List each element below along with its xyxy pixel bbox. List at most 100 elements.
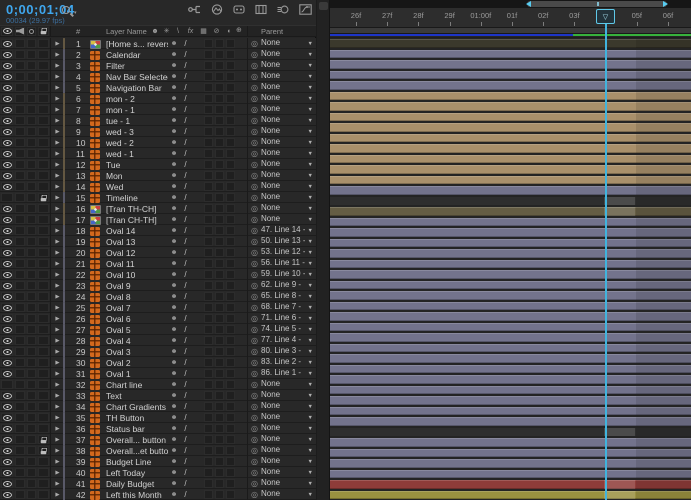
solo-toggle[interactable] [27, 204, 36, 213]
parent-dropdown-arrow-icon[interactable]: ▼ [308, 195, 313, 201]
motion-blur-switch-header-icon[interactable]: ⊘ [211, 27, 222, 36]
audio-toggle[interactable] [15, 369, 25, 378]
video-toggle[interactable] [1, 182, 13, 191]
audio-toggle[interactable] [15, 127, 25, 136]
quality-toggle[interactable]: / [180, 61, 191, 70]
solo-toggle[interactable] [27, 270, 36, 279]
quality-toggle[interactable]: / [180, 83, 191, 92]
frame-blend-toggle[interactable] [204, 358, 213, 367]
adjustment-toggle[interactable] [226, 50, 235, 59]
frame-blend-switch-header-icon[interactable]: ▦ [198, 27, 209, 36]
quality-toggle[interactable]: / [180, 237, 191, 246]
lock-toggle[interactable] [38, 171, 49, 180]
parent-value[interactable]: 59. Line 10 - [261, 269, 305, 278]
parent-dropdown[interactable]: None ▼ [261, 379, 316, 390]
quality-toggle[interactable]: / [180, 457, 191, 466]
parent-value[interactable]: 83. Line 2 - [261, 357, 301, 366]
solo-toggle[interactable] [27, 50, 36, 59]
shy-toggle-icon[interactable]: ☻ [168, 205, 180, 212]
solo-toggle[interactable] [27, 160, 36, 169]
lock-toggle[interactable] [38, 479, 49, 488]
parent-dropdown-arrow-icon[interactable]: ▼ [308, 261, 313, 267]
parent-pickwhip-icon[interactable]: ◎ [248, 314, 261, 323]
parent-value[interactable]: None [261, 93, 280, 102]
layer-duration-bar[interactable] [330, 239, 691, 248]
label-swatch[interactable] [63, 280, 65, 292]
shy-toggle-icon[interactable]: ☻ [168, 238, 180, 245]
layer-duration-bar[interactable] [330, 71, 691, 80]
frame-blend-toggle[interactable] [204, 270, 213, 279]
lock-toggle[interactable] [38, 347, 49, 356]
quality-toggle[interactable]: / [180, 105, 191, 114]
parent-dropdown-arrow-icon[interactable]: ▼ [308, 41, 313, 47]
adjustment-toggle[interactable] [226, 347, 235, 356]
solo-toggle[interactable] [27, 446, 36, 455]
parent-dropdown[interactable]: None ▼ [261, 126, 316, 137]
shy-toggle-icon[interactable]: ☻ [168, 161, 180, 168]
lock-toggle[interactable] [38, 149, 49, 158]
parent-dropdown[interactable]: 56. Line 11 - ▼ [261, 258, 316, 269]
parent-value[interactable]: None [261, 38, 280, 47]
parent-dropdown-arrow-icon[interactable]: ▼ [308, 371, 313, 377]
shy-toggle-icon[interactable]: ☻ [168, 326, 180, 333]
video-toggle[interactable] [1, 193, 13, 202]
frame-blend-toggle[interactable] [204, 72, 213, 81]
layer-duration-bar[interactable] [330, 39, 691, 48]
parent-dropdown[interactable]: None ▼ [261, 38, 316, 49]
frame-blend-toggle[interactable] [204, 468, 213, 477]
parent-pickwhip-icon[interactable]: ◎ [248, 402, 261, 411]
audio-toggle[interactable] [15, 138, 25, 147]
frame-blend-toggle[interactable] [204, 182, 213, 191]
video-toggle[interactable] [1, 391, 13, 400]
adjustment-toggle[interactable] [226, 270, 235, 279]
quality-toggle[interactable]: / [180, 292, 191, 301]
layer-duration-bar[interactable] [330, 92, 691, 101]
lock-toggle[interactable] [38, 248, 49, 257]
motion-blur-toggle[interactable] [215, 94, 224, 103]
layer-duration-bar[interactable] [330, 102, 691, 111]
layer-duration-bar[interactable] [330, 302, 691, 311]
motion-blur-toggle[interactable] [215, 127, 224, 136]
frame-blend-toggle[interactable] [204, 424, 213, 433]
frame-blend-toggle[interactable] [204, 413, 213, 422]
adjustment-toggle[interactable] [226, 215, 235, 224]
parent-dropdown[interactable]: None ▼ [261, 489, 316, 500]
solo-toggle[interactable] [27, 490, 36, 499]
twirl-arrow[interactable]: ▶ [52, 448, 63, 454]
parent-value[interactable]: None [261, 115, 280, 124]
twirl-arrow[interactable]: ▶ [52, 470, 63, 476]
shy-toggle-icon[interactable]: ☻ [168, 304, 180, 311]
quality-toggle[interactable]: / [180, 446, 191, 455]
shy-toggle-icon[interactable]: ☻ [168, 183, 180, 190]
video-toggle[interactable] [1, 402, 13, 411]
twirl-arrow[interactable]: ▶ [52, 118, 63, 124]
motion-blur-toggle[interactable] [215, 479, 224, 488]
parent-dropdown[interactable]: 77. Line 4 - ▼ [261, 335, 316, 346]
solo-toggle[interactable] [27, 215, 36, 224]
parent-dropdown[interactable]: 53. Line 12 - ▼ [261, 247, 316, 258]
lock-toggle[interactable] [38, 468, 49, 477]
frame-blend-toggle[interactable] [204, 292, 213, 301]
parent-value[interactable]: None [261, 60, 280, 69]
solo-column-header[interactable] [27, 27, 36, 36]
layer-name[interactable]: Budget Line [106, 457, 168, 467]
label-swatch[interactable] [63, 423, 65, 435]
motion-blur-toggle[interactable] [215, 468, 224, 477]
solo-toggle[interactable] [27, 237, 36, 246]
audio-toggle[interactable] [15, 160, 25, 169]
parent-pickwhip-icon[interactable]: ◎ [248, 160, 261, 169]
parent-dropdown-arrow-icon[interactable]: ▼ [308, 52, 313, 58]
parent-value[interactable]: 74. Line 5 - [261, 324, 301, 333]
parent-dropdown[interactable]: None ▼ [261, 203, 316, 214]
layer-name[interactable]: Oval 9 [106, 281, 168, 291]
parent-dropdown[interactable]: None ▼ [261, 82, 316, 93]
label-swatch[interactable] [63, 225, 65, 237]
label-swatch[interactable] [63, 181, 65, 193]
frame-blend-toggle[interactable] [204, 39, 213, 48]
twirl-arrow[interactable]: ▶ [52, 294, 63, 300]
parent-dropdown-arrow-icon[interactable]: ▼ [308, 316, 313, 322]
motion-blur-toggle[interactable] [215, 402, 224, 411]
shy-toggle-icon[interactable]: ☻ [168, 271, 180, 278]
parent-pickwhip-icon[interactable]: ◎ [248, 116, 261, 125]
audio-toggle[interactable] [15, 50, 25, 59]
